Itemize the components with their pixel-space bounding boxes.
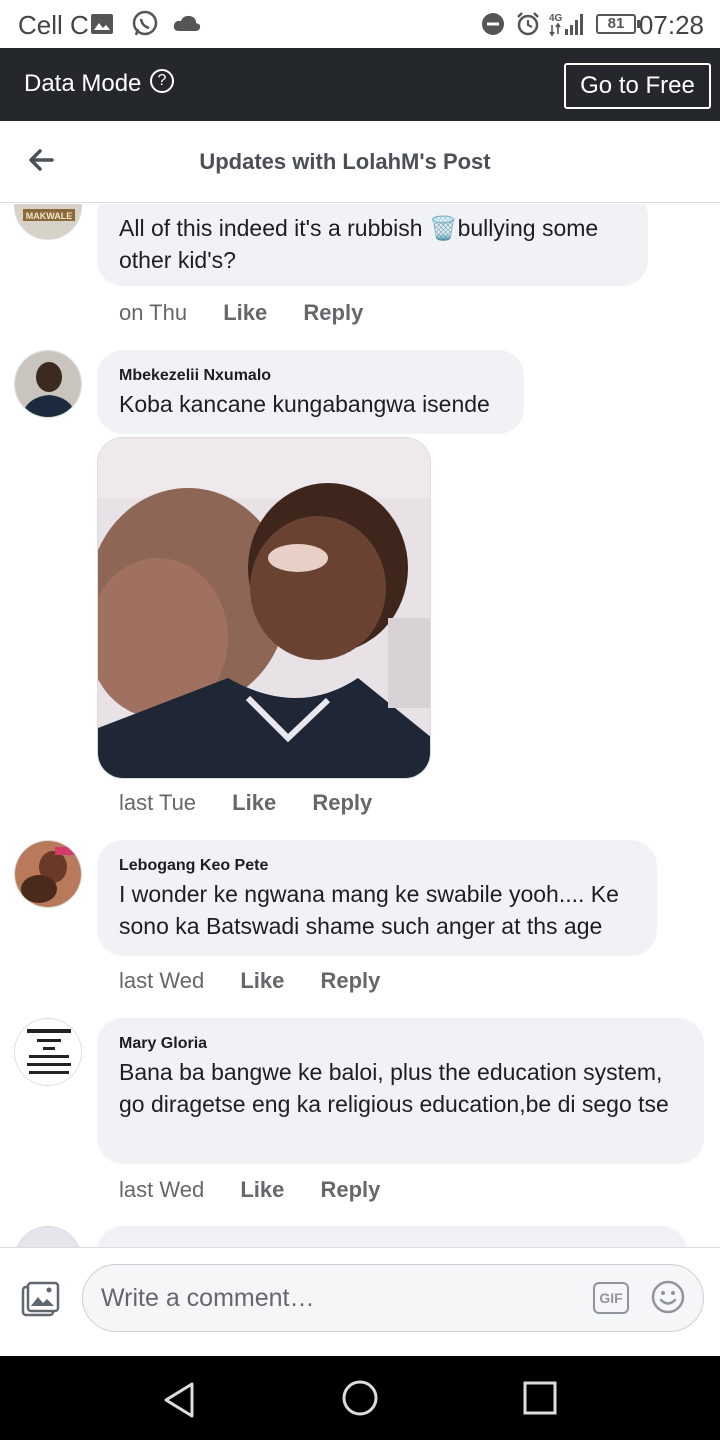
- reply-button[interactable]: Reply: [320, 968, 380, 994]
- cloud-icon: [173, 15, 201, 31]
- commenter-name[interactable]: Lebogang Keo Pete: [119, 854, 635, 878]
- comment-actions: last Wed Like Reply: [119, 968, 410, 994]
- reply-button[interactable]: Reply: [312, 790, 372, 816]
- page-title: Updates with LolahM's Post: [199, 149, 491, 174]
- add-photo-icon[interactable]: [20, 1280, 60, 1320]
- svg-text:4G: 4G: [549, 13, 563, 24]
- emoji-icon[interactable]: [651, 1280, 685, 1314]
- comment-text: Bana ba bangwe ke baloi, plus the educat…: [119, 1059, 669, 1117]
- nav-back-icon[interactable]: [160, 1380, 200, 1420]
- comment-timestamp: on Thu: [119, 300, 188, 325]
- alarm-icon: [517, 12, 539, 36]
- status-bar: Cell C 4G 81 07:28: [0, 0, 720, 48]
- battery-indicator: 81: [596, 14, 640, 34]
- comment-text: I wonder ke ngwana mang ke swabile yooh.…: [119, 881, 619, 939]
- comment-timestamp: last Tue: [119, 790, 197, 815]
- comment-composer: Write a comment… GIF: [0, 1247, 720, 1356]
- comment-bubble[interactable]: [97, 1226, 687, 1247]
- comment-input[interactable]: Write a comment… GIF: [82, 1264, 704, 1332]
- gif-button[interactable]: GIF: [593, 1282, 629, 1314]
- signal-4g-icon: 4G: [549, 13, 583, 37]
- avatar-image: [15, 351, 81, 417]
- gallery-icon: [91, 14, 113, 34]
- avatar[interactable]: [14, 1018, 82, 1086]
- carrier-name: Cell C: [18, 10, 89, 40]
- nav-recents-icon[interactable]: [522, 1380, 558, 1416]
- system-nav-bar: [0, 1356, 720, 1440]
- comment-feed[interactable]: MAKWALE All of this indeed it's a rubbis…: [0, 204, 720, 1247]
- help-icon[interactable]: ?: [150, 69, 174, 93]
- comment-timestamp: last Wed: [119, 1177, 205, 1202]
- data-mode-label: Data Mode: [24, 70, 142, 97]
- like-button[interactable]: Like: [232, 790, 276, 816]
- reply-button[interactable]: Reply: [303, 300, 363, 326]
- clock: 07:28: [638, 10, 704, 40]
- avatar[interactable]: MAKWALE: [14, 204, 82, 240]
- comment-placeholder: Write a comment…: [101, 1284, 315, 1312]
- like-button[interactable]: Like: [240, 1177, 284, 1203]
- comment-actions: last Wed Like Reply: [119, 1177, 410, 1203]
- avatar[interactable]: [14, 350, 82, 418]
- avatar[interactable]: [14, 840, 82, 908]
- do-not-disturb-icon: [482, 13, 504, 35]
- commenter-name[interactable]: Mary Gloria: [119, 1032, 682, 1056]
- comment-bubble[interactable]: Mary Gloria Bana ba bangwe ke baloi, plu…: [97, 1018, 704, 1164]
- go-to-free-button[interactable]: Go to Free: [564, 63, 711, 109]
- avatar-image: [15, 841, 81, 907]
- comment-text: Koba kancane kungabangwa isende: [119, 391, 490, 417]
- avatar-image: MAKWALE: [15, 204, 81, 239]
- like-button[interactable]: Like: [240, 968, 284, 994]
- commenter-name[interactable]: Mbekezelii Nxumalo: [119, 364, 502, 388]
- avatar-image: [15, 1019, 81, 1085]
- nav-home-icon[interactable]: [340, 1378, 380, 1418]
- data-mode-bar: Data Mode ? Go to Free: [0, 48, 720, 121]
- reply-button[interactable]: Reply: [320, 1177, 380, 1203]
- avatar[interactable]: [14, 1226, 82, 1247]
- like-button[interactable]: Like: [223, 300, 267, 326]
- comment-actions: last Tue Like Reply: [119, 790, 402, 816]
- comment-timestamp: last Wed: [119, 968, 205, 993]
- comment-actions: on Thu Like Reply: [119, 300, 393, 326]
- comment-bubble[interactable]: All of this indeed it's a rubbish 🗑️bull…: [97, 204, 648, 286]
- comment-photo[interactable]: [97, 437, 431, 779]
- comment-bubble[interactable]: Lebogang Keo Pete I wonder ke ngwana man…: [97, 840, 657, 956]
- avatar-badge-text: MAKWALE: [26, 211, 73, 221]
- comment-image: [98, 438, 430, 778]
- comment-text: All of this indeed it's a rubbish 🗑️bull…: [119, 215, 599, 273]
- whatsapp-icon: [132, 10, 158, 36]
- comment-bubble[interactable]: Mbekezelii Nxumalo Koba kancane kungaban…: [97, 350, 524, 434]
- page-header: Updates with LolahM's Post: [0, 121, 720, 203]
